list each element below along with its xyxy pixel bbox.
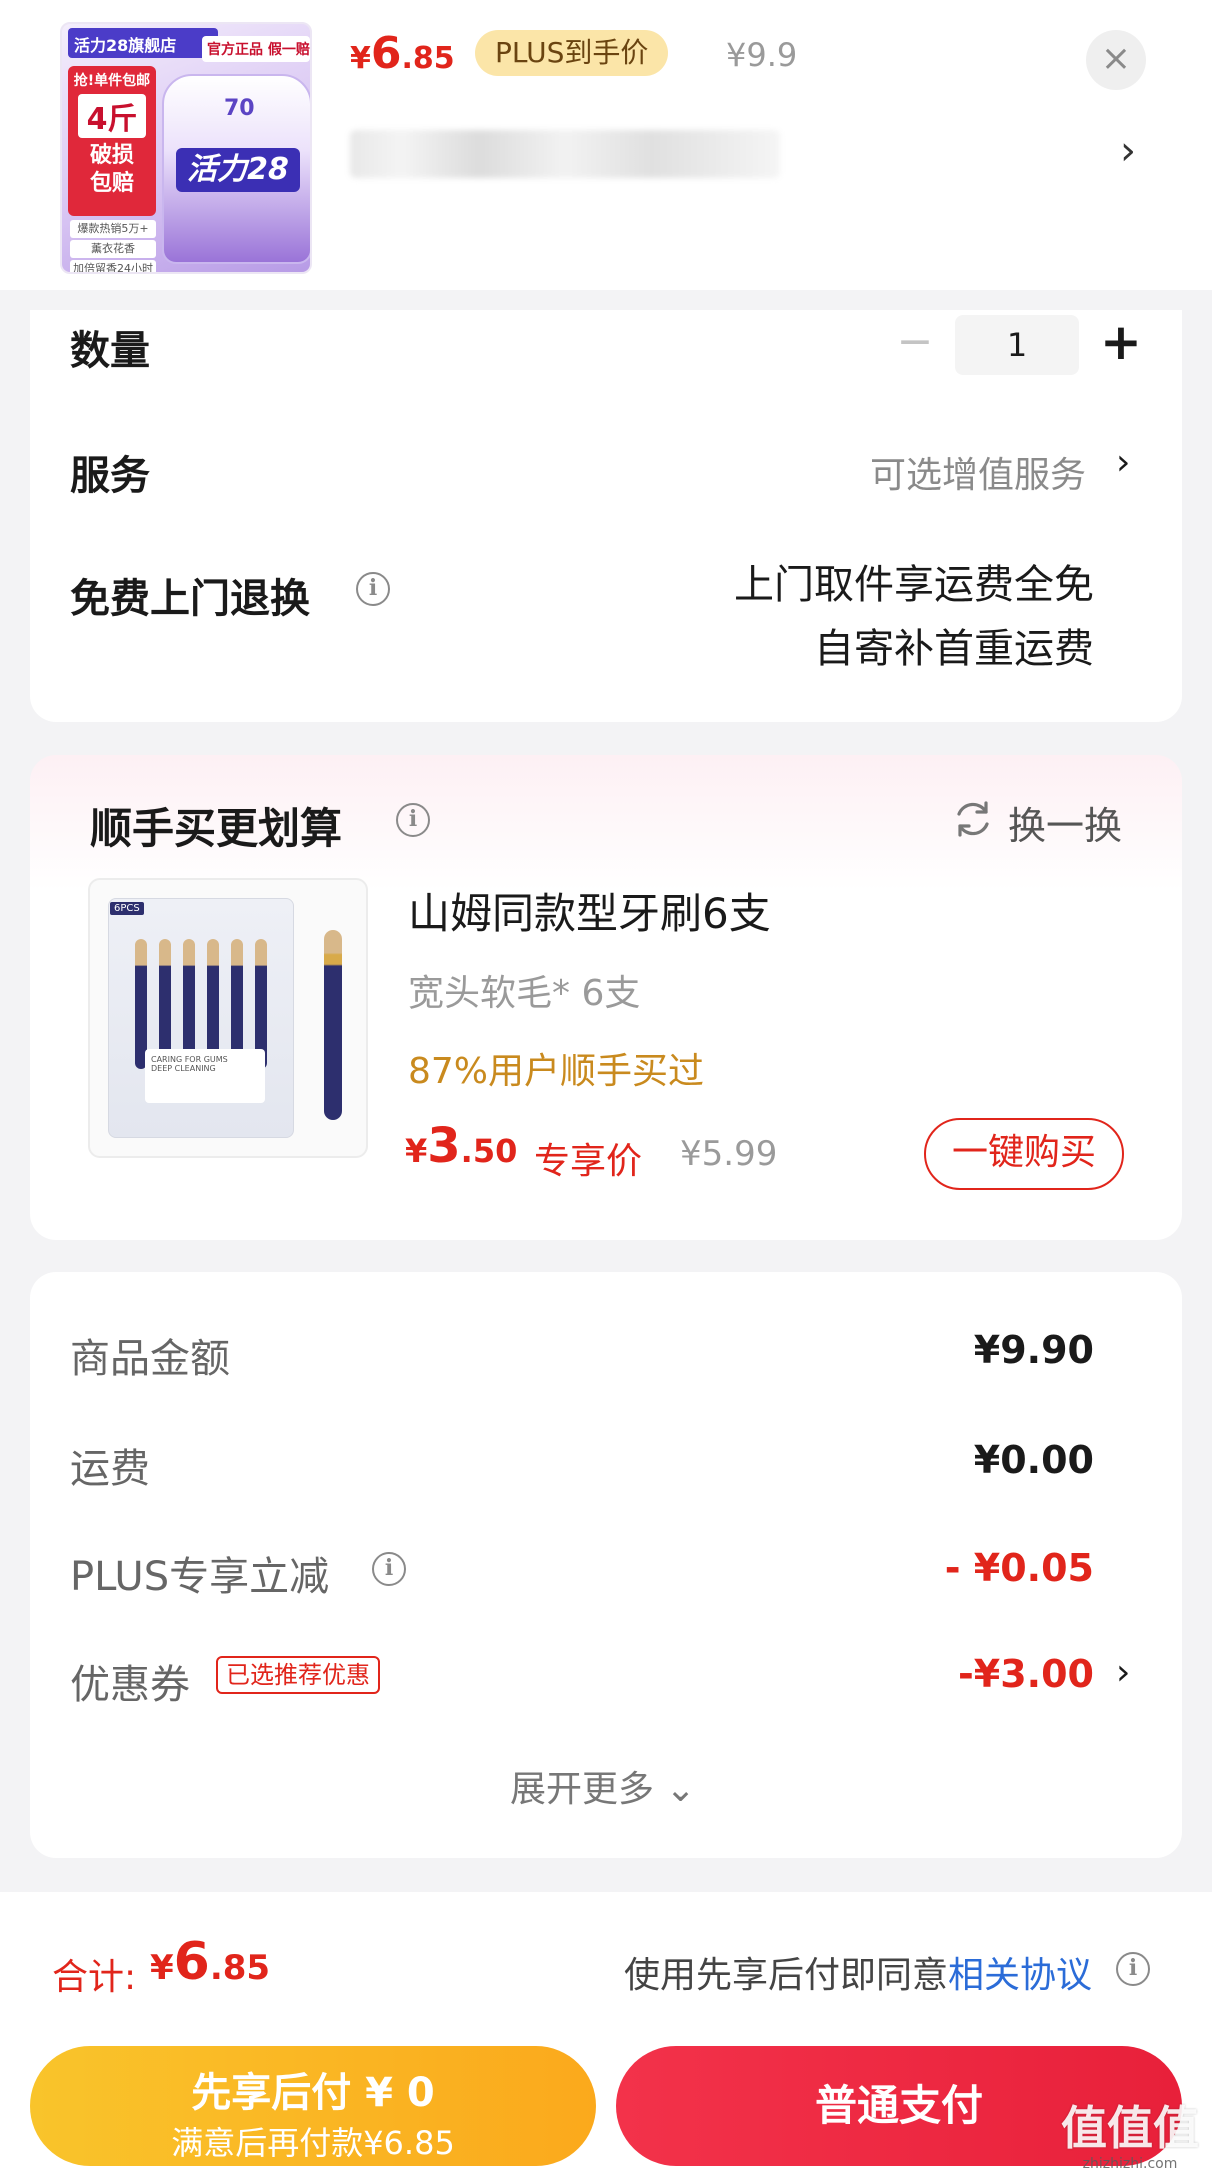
total-price: ¥6.85 bbox=[150, 1932, 270, 1992]
info-icon[interactable]: i bbox=[372, 1552, 406, 1586]
service-value[interactable]: 可选增值服务 bbox=[870, 446, 1086, 498]
upsell-purchase-stat: 87%用户顺手买过 bbox=[408, 1051, 705, 1092]
currency-symbol: ¥ bbox=[405, 1132, 428, 1170]
quantity-input[interactable]: 1 bbox=[955, 315, 1079, 375]
upsell-product-subtitle: 宽头软毛* 6支 bbox=[408, 973, 641, 1014]
bag-percent: 70 bbox=[224, 96, 255, 121]
agreement-link[interactable]: 相关协议 bbox=[948, 1955, 1092, 1996]
price-integer: 3 bbox=[427, 1118, 461, 1174]
summary-value-shipping: ¥0.00 bbox=[973, 1438, 1094, 1482]
total-label: 合计: bbox=[52, 1957, 137, 1998]
feature-tag: 爆款热销5万+ bbox=[70, 220, 156, 238]
pack-label-line2: DEEP CLEANING bbox=[151, 1064, 216, 1073]
info-icon[interactable]: i bbox=[396, 803, 430, 837]
shop-label: 活力28旗舰店 bbox=[68, 28, 218, 58]
one-click-buy-button[interactable]: 一键购买 bbox=[924, 1118, 1124, 1190]
price-integer: 6 bbox=[370, 28, 402, 79]
pack-count-tag: 6PCS bbox=[110, 902, 144, 915]
bag-brand: 活力28 bbox=[176, 148, 300, 192]
exclusive-price-tag: 专享价 bbox=[534, 1141, 643, 1182]
quantity-increase-button[interactable]: + bbox=[1096, 310, 1146, 374]
coupon-recommended-tag: 已选推荐优惠 bbox=[216, 1656, 380, 1694]
currency-symbol: ¥ bbox=[150, 1948, 174, 1988]
promo-line2: 4斤 bbox=[78, 94, 146, 138]
pack-label-line1: CARING FOR GUMS bbox=[151, 1055, 228, 1064]
quantity-label: 数量 bbox=[70, 328, 150, 374]
pay-later-button[interactable]: 先享后付 ¥ 0 满意后再付款¥6.85 bbox=[30, 2046, 596, 2166]
toothbrush-pack: CARING FOR GUMS DEEP CLEANING bbox=[108, 898, 294, 1138]
upsell-price: ¥3.50 bbox=[405, 1118, 517, 1174]
price-decimal: .85 bbox=[209, 1948, 271, 1988]
close-icon[interactable]: × bbox=[1086, 30, 1146, 90]
promo-line4: 包赔 bbox=[89, 171, 134, 196]
official-label: 官方正品 假一赔十 bbox=[202, 36, 310, 62]
promo-badge: 抢!单件包邮 4斤 破损 包赔 bbox=[68, 66, 156, 216]
free-return-label: 免费上门退换 bbox=[70, 576, 310, 622]
expand-more-button[interactable]: 展开更多 ⌄ bbox=[510, 1760, 696, 1812]
agreement-prefix: 使用先享后付即同意 bbox=[624, 1955, 949, 1996]
info-icon[interactable]: i bbox=[356, 572, 390, 606]
chevron-down-icon: ⌄ bbox=[665, 1769, 696, 1810]
toothbrush bbox=[324, 930, 342, 1120]
agreement-text: 使用先享后付即同意相关协议 bbox=[624, 1946, 1092, 1998]
return-policy-line1: 上门取件享运费全免 bbox=[734, 562, 1094, 608]
chevron-right-icon[interactable]: › bbox=[1116, 1652, 1130, 1693]
expand-more-label: 展开更多 bbox=[510, 1769, 655, 1810]
quantity-decrease-button[interactable]: − bbox=[895, 312, 935, 372]
upsell-product-name[interactable]: 山姆同款型牙刷6支 bbox=[408, 880, 771, 941]
summary-label-goods: 商品金额 bbox=[70, 1336, 230, 1382]
pay-later-title: 先享后付 ¥ 0 bbox=[191, 2070, 435, 2116]
summary-value-plus-discount: - ¥0.05 bbox=[944, 1546, 1094, 1590]
toothbrush-product-image[interactable]: CARING FOR GUMS DEEP CLEANING 6PCS bbox=[88, 878, 368, 1158]
upsell-title: 顺手买更划算 bbox=[90, 804, 343, 853]
info-icon[interactable]: i bbox=[1116, 1952, 1150, 1986]
price-decimal: .85 bbox=[401, 41, 455, 76]
product-thumbnail: 活力28旗舰店 官方正品 假一赔十 抢!单件包邮 4斤 破损 包赔 70 活力2… bbox=[60, 22, 312, 274]
watermark-main: 值值值 bbox=[1061, 2101, 1199, 2155]
price-integer: 6 bbox=[173, 1932, 210, 1992]
feature-tag: 薰衣花香 bbox=[70, 240, 156, 258]
summary-label-plus-discount: PLUS专享立减 bbox=[70, 1554, 330, 1600]
price-decimal: .50 bbox=[460, 1132, 518, 1170]
watermark-sub: zhizhizhi.com bbox=[1082, 2156, 1178, 2172]
promo-line1: 抢!单件包邮 bbox=[73, 73, 151, 89]
return-policy-line2: 自寄补首重运费 bbox=[814, 626, 1094, 672]
selected-sku-blurred[interactable] bbox=[350, 130, 780, 178]
summary-label-shipping: 运费 bbox=[70, 1446, 150, 1492]
currency-symbol: ¥ bbox=[350, 41, 371, 76]
watermark: 值值值 zhizhizhi.com bbox=[1060, 2100, 1200, 2180]
original-price: ¥9.9 bbox=[726, 36, 798, 74]
current-price: ¥6.85 bbox=[350, 28, 455, 79]
summary-label-coupon: 优惠券 bbox=[70, 1662, 190, 1708]
refresh-button[interactable]: 换一换 bbox=[1008, 795, 1122, 850]
plus-price-badge: PLUS到手价 bbox=[475, 30, 669, 76]
service-label: 服务 bbox=[70, 453, 150, 499]
chevron-right-icon[interactable]: › bbox=[1116, 442, 1130, 483]
chevron-right-icon[interactable]: › bbox=[1120, 128, 1136, 174]
upsell-original-price: ¥5.99 bbox=[680, 1134, 778, 1174]
summary-value-goods: ¥9.90 bbox=[973, 1328, 1094, 1372]
refresh-icon[interactable] bbox=[952, 798, 994, 840]
summary-value-coupon[interactable]: -¥3.00 bbox=[958, 1652, 1094, 1696]
pay-later-subtitle: 满意后再付款¥6.85 bbox=[171, 2124, 455, 2162]
detergent-bag: 70 活力28 bbox=[162, 74, 310, 264]
feature-tag: 加倍留香24小时 bbox=[70, 260, 156, 272]
pack-label: CARING FOR GUMS DEEP CLEANING bbox=[145, 1049, 265, 1103]
promo-line3: 破损 bbox=[89, 143, 134, 168]
